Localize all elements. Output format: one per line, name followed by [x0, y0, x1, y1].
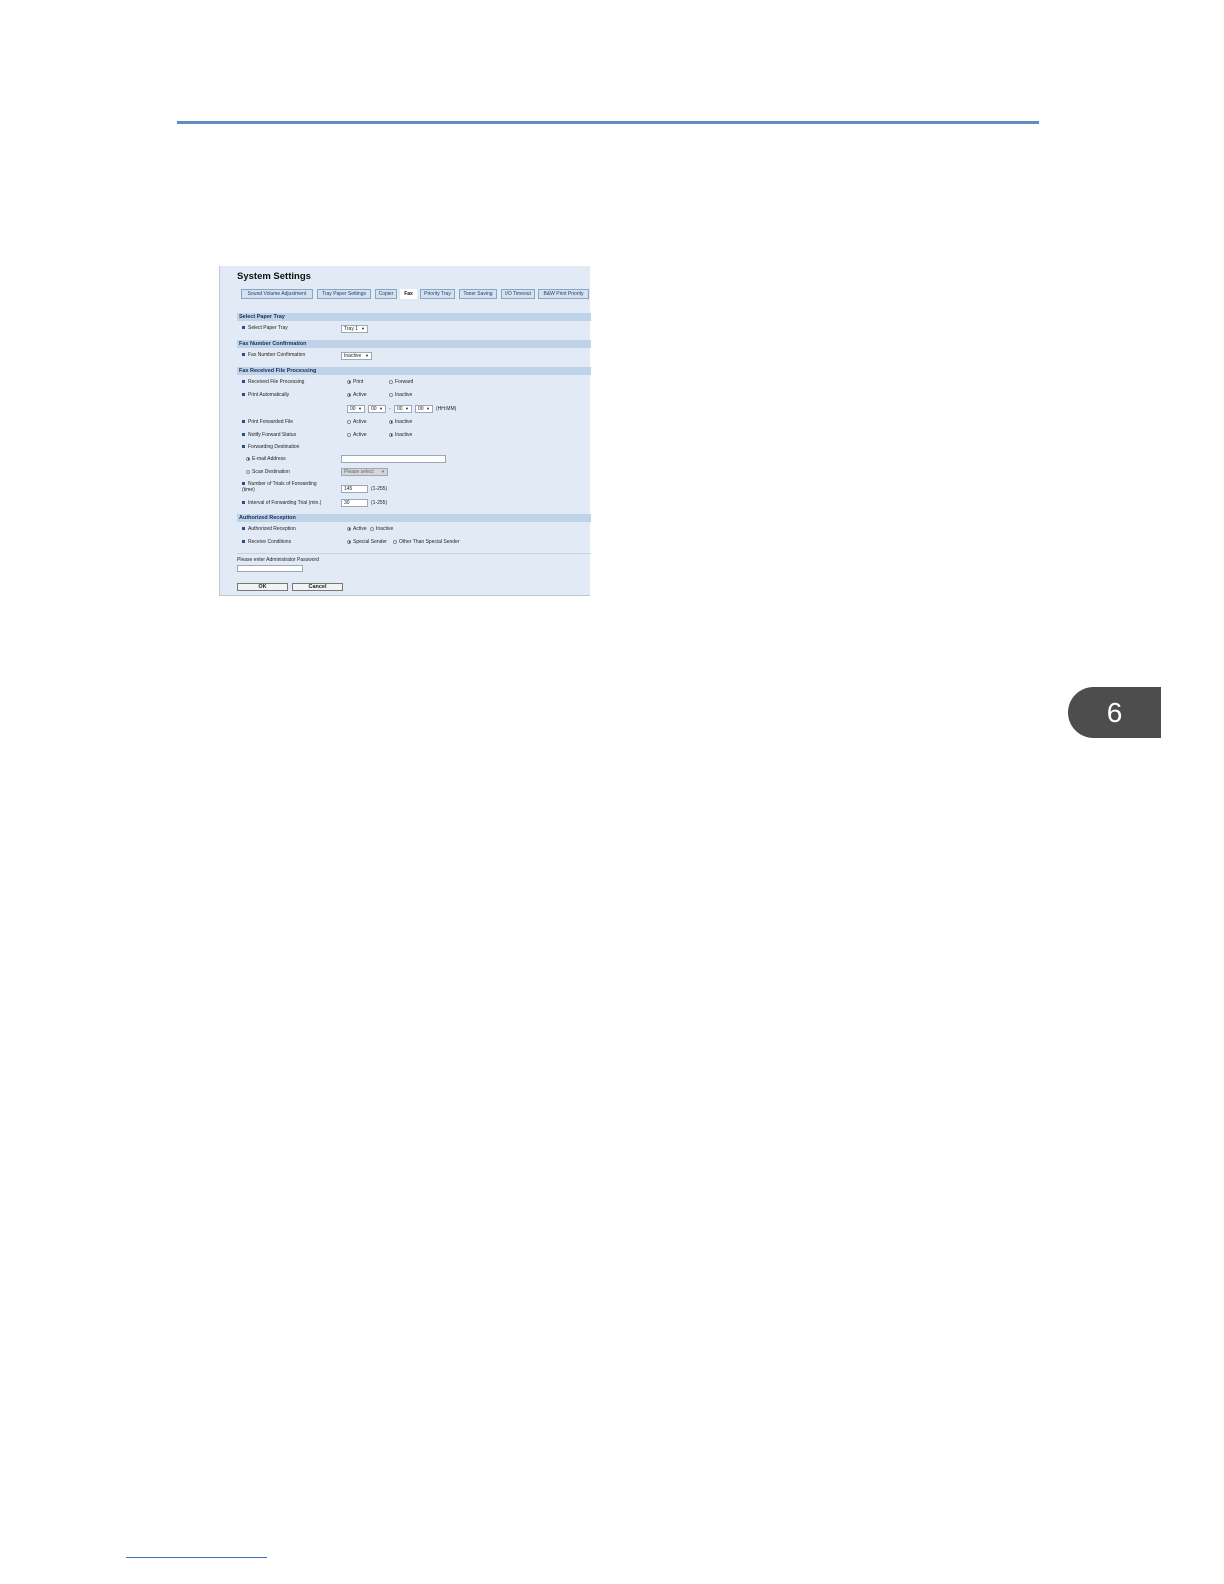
other-than-special-sender-radio[interactable]: Other Than Special Sender: [393, 539, 460, 545]
receive-conditions-label: Receive Conditions: [242, 539, 291, 545]
chapter-tab: 6: [1068, 687, 1161, 738]
radio-unselected-icon: [393, 539, 397, 544]
bullet-icon: [242, 482, 245, 486]
page-title: System Settings: [237, 271, 311, 282]
bullet-icon: [242, 501, 245, 505]
time-from-hour-select[interactable]: 00 ▼: [347, 405, 365, 413]
received-file-processing-label: Received File Processing: [242, 379, 304, 385]
select-paper-tray-dropdown[interactable]: Tray 1 ▼: [341, 325, 368, 333]
tab-copier[interactable]: Copier: [375, 289, 397, 299]
auth-inactive-radio[interactable]: Inactive: [370, 526, 393, 532]
print-auto-inactive-radio[interactable]: Inactive: [389, 392, 412, 398]
print-forwarded-inactive-radio[interactable]: Inactive: [389, 419, 412, 425]
fax-number-confirmation-dropdown[interactable]: Inactive ▼: [341, 352, 372, 360]
radio-unselected-icon: [389, 392, 393, 397]
trials-range-label: (1-255): [371, 486, 388, 492]
tab-toner-saving[interactable]: Toner Saving: [459, 289, 497, 299]
bullet-icon: [242, 393, 245, 397]
notify-inactive-radio[interactable]: Inactive: [389, 432, 412, 438]
interval-of-forwarding-input[interactable]: 30: [341, 499, 368, 507]
authorized-reception-label: Authorized Reception: [242, 526, 296, 532]
chevron-down-icon: ▼: [426, 406, 430, 411]
chevron-down-icon: ▼: [358, 406, 362, 411]
time-separator: -: [389, 406, 391, 412]
ok-button[interactable]: OK: [237, 583, 288, 591]
bullet-icon: [242, 380, 245, 384]
print-forwarded-active-radio[interactable]: Active: [347, 419, 367, 425]
forwarding-destination-label: Forwarding Destination: [242, 444, 299, 450]
chevron-down-icon: ▼: [381, 469, 385, 474]
radio-selected-icon: [389, 419, 393, 424]
system-settings-screenshot: System Settings Sound Volume Adjustment …: [219, 266, 591, 596]
chevron-down-icon: ▼: [365, 353, 369, 358]
section-header-fax-number-confirmation: Fax Number Confirmation: [237, 340, 591, 348]
radio-unselected-icon: [347, 419, 351, 424]
auth-active-radio[interactable]: Active: [347, 526, 367, 532]
radio-selected-icon: [246, 456, 250, 461]
print-auto-active-radio[interactable]: Active: [347, 392, 367, 398]
bullet-icon: [242, 540, 245, 544]
received-forward-radio[interactable]: Forward: [389, 379, 413, 385]
print-automatically-label: Print Automatically: [242, 392, 289, 398]
scan-destination-dropdown[interactable]: Please select ▼: [341, 468, 388, 476]
footer-link-underline: [126, 1557, 267, 1558]
radio-unselected-icon: [389, 379, 393, 384]
interval-of-forwarding-label: Interval of Forwarding Trial (min.): [242, 500, 321, 506]
chevron-down-icon: ▼: [379, 406, 383, 411]
admin-password-prompt: Please enter Administrator Password: [237, 557, 319, 563]
time-to-minute-select[interactable]: 00 ▼: [415, 405, 433, 413]
admin-password-input[interactable]: [237, 565, 303, 572]
bullet-icon: [242, 445, 245, 449]
tab-bw-print-priority[interactable]: B&W Print Priority: [538, 289, 589, 299]
cancel-button[interactable]: Cancel: [292, 583, 343, 591]
bullet-icon: [242, 353, 245, 357]
radio-selected-icon: [347, 539, 351, 544]
tab-priority-tray[interactable]: Priority Tray: [420, 289, 455, 299]
section-header-authorized-reception: Authorized Reception: [237, 514, 591, 522]
tab-sound-volume-adjustment[interactable]: Sound Volume Adjustment: [241, 289, 313, 299]
radio-selected-icon: [389, 432, 393, 437]
interval-range-label: (1-255): [371, 500, 388, 506]
chevron-down-icon: ▼: [405, 406, 409, 411]
email-address-radio[interactable]: E-mail Address: [246, 456, 286, 462]
print-forwarded-file-label: Print Forwarded File: [242, 419, 293, 425]
select-paper-tray-label: Select Paper Tray: [242, 325, 288, 331]
radio-unselected-icon: [246, 469, 250, 474]
scan-destination-radio[interactable]: Scan Destination: [246, 469, 290, 475]
time-unit-label: (HH:MM): [436, 406, 457, 412]
section-header-select-paper-tray: Select Paper Tray: [237, 313, 591, 321]
bullet-icon: [242, 420, 245, 424]
header-rule: [177, 121, 1039, 124]
bullet-icon: [242, 433, 245, 437]
radio-selected-icon: [347, 379, 351, 384]
time-from-minute-select[interactable]: 00 ▼: [368, 405, 386, 413]
email-address-input[interactable]: [341, 455, 446, 463]
radio-unselected-icon: [347, 432, 351, 437]
fax-number-confirmation-label: Fax Number Confirmation: [242, 352, 305, 358]
notify-active-radio[interactable]: Active: [347, 432, 367, 438]
notify-forward-status-label: Notify Forward Status: [242, 432, 296, 438]
bullet-icon: [242, 527, 245, 531]
chevron-down-icon: ▼: [361, 326, 365, 331]
tab-tray-paper-settings[interactable]: Tray Paper Settings: [317, 289, 371, 299]
radio-selected-icon: [347, 526, 351, 531]
trials-of-forwarding-input[interactable]: 145: [341, 485, 368, 493]
section-header-fax-received-file-processing: Fax Received File Processing: [237, 367, 591, 375]
special-sender-radio[interactable]: Special Sender: [347, 539, 387, 545]
radio-unselected-icon: [370, 526, 374, 531]
tab-io-timeout[interactable]: I/O Timeout: [501, 289, 535, 299]
tab-fax[interactable]: Fax: [400, 289, 417, 299]
received-print-radio[interactable]: Print: [347, 379, 363, 385]
time-to-hour-select[interactable]: 00 ▼: [394, 405, 412, 413]
section-divider: [237, 553, 591, 554]
trials-of-forwarding-label: Number of Trials of Forwarding (time): [242, 481, 317, 493]
radio-selected-icon: [347, 392, 351, 397]
bullet-icon: [242, 326, 245, 330]
